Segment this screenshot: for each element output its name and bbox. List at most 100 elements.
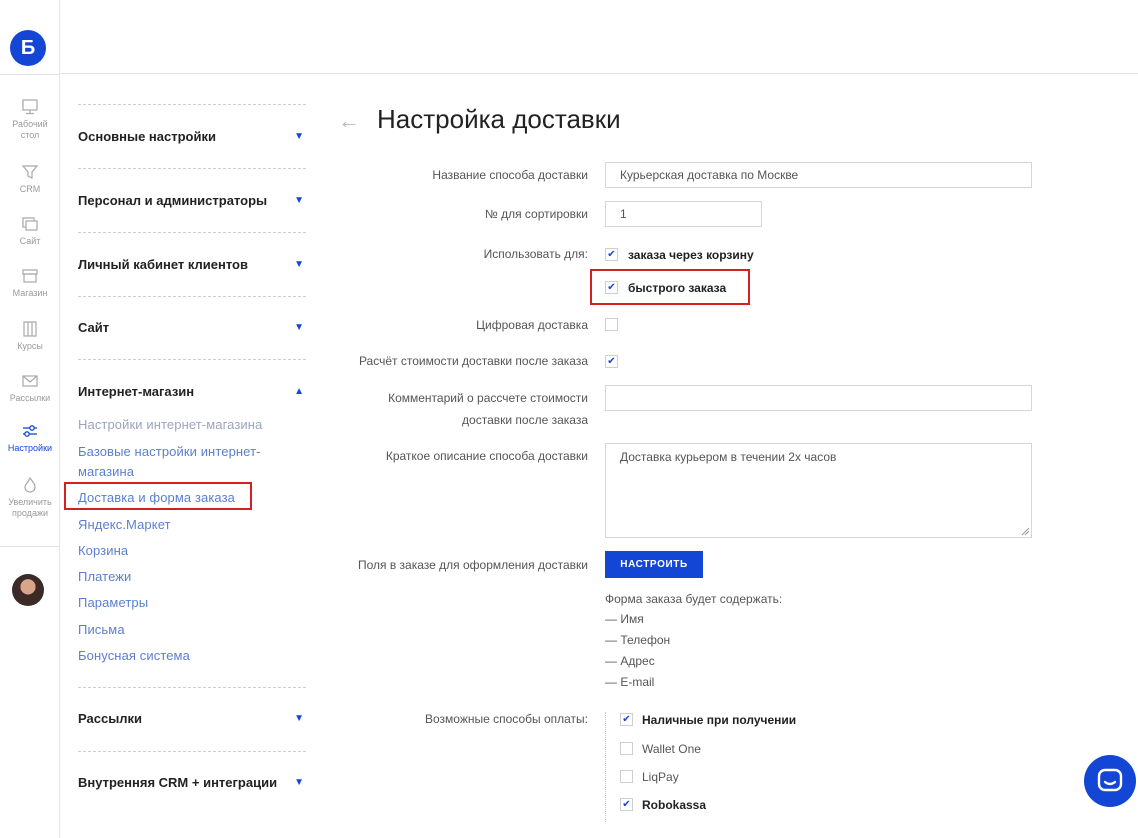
site-icon [22, 217, 38, 231]
sidebar-section-staff[interactable]: Персонал и администраторы ▼ [78, 193, 306, 213]
rail-item-store[interactable]: Магазин [0, 267, 60, 299]
chevron-down-icon: ▼ [294, 777, 304, 788]
sidebar-item-letters[interactable]: Письма [78, 620, 125, 640]
sidebar-section-mailings[interactable]: Рассылки ▼ [78, 711, 306, 731]
avatar[interactable] [12, 574, 44, 606]
section-label: Основные настройки [78, 129, 216, 144]
payment-cash-label: Наличные при получении [642, 713, 797, 727]
calc-after-order-checkbox[interactable]: ✔ [605, 355, 618, 368]
sidebar-item-cart[interactable]: Корзина [78, 541, 128, 561]
rail-item-settings[interactable]: Настройки [0, 422, 60, 454]
chevron-down-icon: ▼ [294, 322, 304, 333]
sidebar-section-online-store[interactable]: Интернет-магазин ▲ [78, 384, 306, 404]
rail-item-desktop[interactable]: Рабочий стол [0, 98, 60, 141]
chat-widget-button[interactable] [1084, 755, 1136, 807]
rail-item-mailings[interactable]: Рассылки [0, 372, 60, 404]
chevron-down-icon: ▼ [294, 131, 304, 142]
rail-item-boost-sales[interactable]: Увеличить продажи [0, 476, 60, 519]
funnel-icon [21, 165, 39, 179]
app-rail: Б Рабочий стол CRM Сайт Магазин Курсы Ра… [0, 0, 60, 838]
chat-icon [1097, 768, 1123, 792]
form-item: — E-mail [605, 675, 655, 689]
configure-button[interactable]: НАСТРОИТЬ [605, 551, 703, 578]
desktop-icon [22, 99, 38, 115]
field-label-comment: Комментарий о рассчете стоимости [388, 391, 588, 405]
sliders-icon [23, 425, 37, 437]
chevron-down-icon: ▼ [294, 713, 304, 724]
sidebar-section-crm[interactable]: Внутренняя CRM + интеграции ▼ [78, 775, 306, 795]
chevron-down-icon: ▼ [294, 259, 304, 270]
field-label-sort: № для сортировки [484, 207, 588, 221]
quick-order-checkbox[interactable]: ✔ [605, 281, 618, 294]
field-label-payments: Возможные способы оплаты: [425, 712, 588, 726]
sidebar-item-basic-store-settings[interactable]: Базовые настройки интернет- [78, 442, 261, 462]
sidebar-item-store-settings[interactable]: Настройки интернет-магазина [78, 415, 262, 435]
field-label-comment-cont: доставки после заказа [462, 413, 588, 427]
rail-divider [0, 74, 60, 75]
rail-item-site[interactable]: Сайт [0, 215, 60, 247]
digital-delivery-checkbox[interactable] [605, 318, 618, 331]
sidebar-section-main-settings[interactable]: Основные настройки ▼ [78, 129, 306, 149]
section-label: Личный кабинет клиентов [78, 257, 248, 272]
divider [78, 751, 306, 752]
sidebar-item-parameters[interactable]: Параметры [78, 593, 148, 613]
rail-divider [0, 546, 60, 547]
cost-comment-input[interactable] [605, 385, 1032, 411]
payment-robokassa-checkbox[interactable]: ✔ [620, 798, 633, 811]
form-item: — Имя [605, 612, 644, 626]
quick-order-label: быстрого заказа [628, 281, 727, 295]
sidebar-item-yandex-market[interactable]: Яндекс.Маркет [78, 515, 171, 535]
divider [78, 168, 306, 169]
payment-walletone-checkbox[interactable] [620, 742, 633, 755]
rail-item-crm[interactable]: CRM [0, 163, 60, 195]
sidebar-item-delivery-order-form[interactable]: Доставка и форма заказа [78, 488, 235, 508]
app-logo[interactable]: Б [10, 30, 46, 66]
payment-walletone-label: Wallet One [642, 742, 701, 756]
resize-handle-icon[interactable] [1021, 527, 1030, 536]
field-label-name: Название способа доставки [432, 168, 588, 182]
form-contents-intro: Форма заказа будет содержать: [605, 592, 783, 606]
header-divider [60, 73, 1138, 74]
sidebar-item-payments[interactable]: Платежи [78, 567, 131, 587]
description-textarea[interactable]: Доставка курьером в течении 2х часов [605, 443, 1032, 538]
divider [78, 232, 306, 233]
payment-liqpay-label: LiqPay [642, 770, 679, 784]
divider [78, 296, 306, 297]
rail-item-label: Увеличить продажи [8, 497, 52, 518]
chevron-up-icon: ▲ [294, 386, 304, 397]
payment-group-guide [605, 712, 606, 822]
field-label-calc-after: Расчёт стоимости доставки после заказа [358, 354, 588, 368]
rail-item-label: Настройки [7, 443, 53, 453]
back-arrow-icon[interactable]: ← [338, 108, 360, 134]
section-label: Рассылки [78, 711, 143, 726]
divider [78, 359, 306, 360]
delivery-name-input[interactable]: Курьерская доставка по Москве [605, 162, 1032, 188]
page-title: Настройка доставки [377, 104, 621, 134]
section-label: Сайт [78, 320, 110, 335]
rail-item-label: Сайт [19, 236, 41, 246]
sidebar-section-site[interactable]: Сайт ▼ [78, 320, 306, 340]
section-label: Интернет-магазин [78, 384, 195, 399]
cart-order-checkbox[interactable]: ✔ [605, 248, 618, 261]
section-label: Внутренняя CRM + интеграции [78, 775, 278, 790]
form-item: — Адрес [605, 654, 655, 668]
section-label: Персонал и администраторы [78, 193, 268, 208]
sidebar-item-basic-store-settings-cont[interactable]: магазина [78, 462, 134, 482]
payment-liqpay-checkbox[interactable] [620, 770, 633, 783]
sidebar-item-bonus-system[interactable]: Бонусная система [78, 646, 190, 666]
field-label-description: Краткое описание способа доставки [385, 449, 588, 463]
field-label-digital: Цифровая доставка [476, 318, 588, 332]
divider [78, 104, 306, 105]
courses-icon [23, 321, 37, 337]
rail-item-label: Рассылки [9, 393, 51, 403]
rail-item-courses[interactable]: Курсы [0, 320, 60, 352]
chevron-down-icon: ▼ [294, 195, 304, 206]
field-label-order-fields: Поля в заказе для оформления доставки [357, 558, 588, 572]
sidebar-section-client-cabinet[interactable]: Личный кабинет клиентов ▼ [78, 257, 306, 277]
payment-cash-checkbox[interactable]: ✔ [620, 713, 633, 726]
store-icon [22, 269, 38, 283]
sort-number-input[interactable]: 1 [605, 201, 762, 227]
form-item: — Телефон [605, 633, 671, 647]
payment-robokassa-label: Robokassa [642, 798, 707, 812]
field-label-use-for: Использовать для: [483, 247, 588, 261]
